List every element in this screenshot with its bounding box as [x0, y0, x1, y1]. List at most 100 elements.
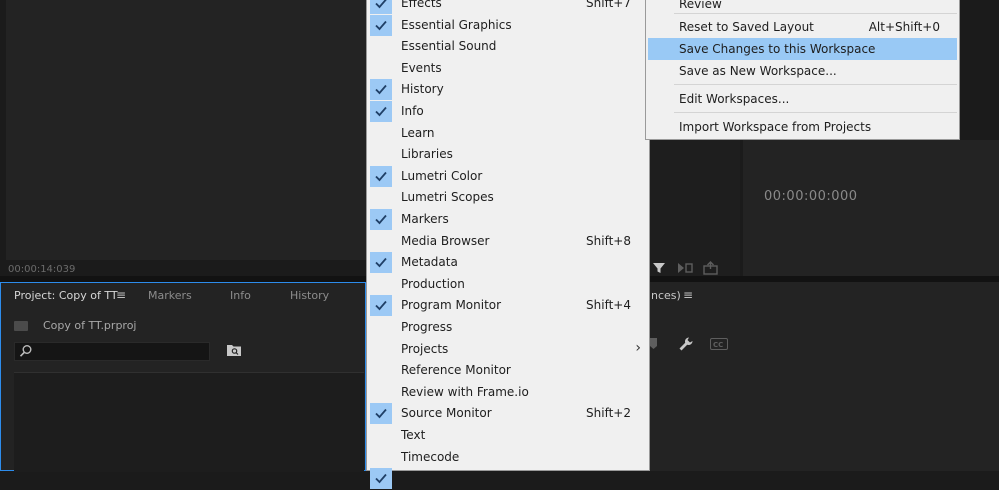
menu-item-label: Import Workspace from Projects	[679, 120, 872, 134]
program-monitor-panel	[743, 140, 999, 276]
menu-item-label: Reset to Saved Layout	[679, 20, 814, 34]
menu-item-shortcut: Shift+7	[586, 0, 631, 10]
menu-item-libraries[interactable]: Libraries	[367, 144, 649, 166]
project-file-name: Copy of TT.prproj	[43, 319, 137, 332]
search-icon	[19, 344, 33, 358]
menu-item-reference-monitor[interactable]: Reference Monitor	[367, 360, 649, 382]
menu-item-projects[interactable]: Projects ›	[367, 339, 649, 361]
submenu-arrow-icon: ›	[635, 339, 641, 356]
tab-history[interactable]: History	[290, 289, 329, 302]
checkmark-icon	[370, 14, 392, 36]
menu-item-save-changes-to-workspace[interactable]: Save Changes to this Workspace	[648, 38, 957, 60]
menu-item-label: Metadata	[401, 255, 458, 270]
menu-item-progress[interactable]: Progress	[367, 317, 649, 339]
menu-item-production[interactable]: Production	[367, 274, 649, 296]
export-frame-icon[interactable]	[703, 261, 719, 278]
tab-timeline[interactable]: nces)	[651, 289, 681, 302]
checkmark-icon	[370, 403, 392, 425]
menu-item-label: Edit Workspaces...	[679, 92, 790, 106]
timeline-panel	[650, 282, 999, 471]
menu-item-shortcut: Shift+4	[586, 298, 631, 313]
menu-item-history[interactable]: History	[367, 79, 649, 101]
closed-captions-icon[interactable]: CC	[710, 338, 728, 353]
menu-item-unlabeled[interactable]	[367, 468, 649, 490]
insert-icon[interactable]	[677, 262, 693, 277]
menu-item-effects[interactable]: Effects Shift+7	[367, 0, 649, 15]
menu-item-label: Program Monitor	[401, 298, 502, 313]
menu-item-label: Reference Monitor	[401, 363, 511, 378]
menu-item-timecode[interactable]: Timecode	[367, 447, 649, 469]
menu-item-events[interactable]: Events	[367, 58, 649, 80]
menu-item-shortcut: Shift+8	[586, 233, 631, 248]
checkmark-icon	[370, 468, 392, 490]
workspaces-submenu: Review Reset to Saved Layout Alt+Shift+0…	[645, 0, 960, 140]
checkmark-icon	[370, 0, 392, 14]
menu-item-learn[interactable]: Learn	[367, 123, 649, 145]
project-items-list[interactable]	[14, 372, 364, 472]
menu-item-label: Source Monitor	[401, 406, 492, 421]
menu-item-lumetri-color[interactable]: Lumetri Color	[367, 165, 649, 188]
menu-item-import-workspace-from-projects[interactable]: Import Workspace from Projects	[648, 116, 957, 138]
menu-item-save-as-new-workspace[interactable]: Save as New Workspace...	[648, 60, 957, 82]
program-timecode[interactable]: 00:00:00:000	[764, 189, 858, 204]
menu-item-label: Media Browser	[401, 233, 490, 248]
menu-item-edit-workspaces[interactable]: Edit Workspaces...	[648, 88, 957, 110]
checkmark-icon	[370, 79, 392, 101]
menu-item-label: Production	[401, 276, 465, 291]
menu-item-label: Essential Sound	[401, 39, 497, 54]
menu-item-review-with-frame-io[interactable]: Review with Frame.io	[367, 382, 649, 404]
menu-item-label: Effects	[401, 0, 442, 10]
timeline-menu-icon[interactable]: ≡	[683, 288, 693, 302]
wrench-icon[interactable]	[678, 336, 694, 355]
menu-item-label: Libraries	[401, 147, 453, 162]
menu-item-label: Timecode	[401, 449, 460, 464]
panel-menu-icon[interactable]: ≡	[116, 288, 126, 302]
checkmark-icon	[370, 209, 392, 230]
menu-item-lumetri-scopes[interactable]: Lumetri Scopes	[367, 187, 649, 209]
menu-separator	[674, 112, 957, 113]
marker-icon[interactable]	[650, 337, 658, 354]
menu-item-label: Lumetri Color	[401, 168, 483, 183]
menu-item-reset-to-saved-layout[interactable]: Reset to Saved Layout Alt+Shift+0	[648, 16, 957, 38]
window-menu: Effects Shift+7 Essential Graphics Essentia…	[366, 0, 650, 490]
menu-item-label: Text	[401, 428, 426, 442]
menu-item-essential-sound[interactable]: Essential Sound	[367, 36, 649, 58]
checkmark-icon	[370, 252, 392, 274]
menu-separator	[674, 13, 957, 14]
menu-item-info[interactable]: Info	[367, 101, 649, 123]
menu-item-media-browser[interactable]: Media Browser Shift+8	[367, 231, 649, 253]
checkmark-icon	[370, 101, 392, 122]
menu-item-label: Progress	[401, 320, 453, 334]
menu-item-label: Markers	[401, 212, 449, 226]
menu-item-label: Learn	[401, 125, 435, 140]
menu-item-essential-graphics[interactable]: Essential Graphics	[367, 14, 649, 37]
menu-item-label: Save as New Workspace...	[679, 64, 837, 78]
menu-item-text[interactable]: Text	[367, 425, 649, 447]
menu-item-label: Info	[401, 104, 424, 118]
checkmark-icon	[370, 165, 392, 187]
menu-item-source-monitor[interactable]: Source Monitor Shift+2	[367, 403, 649, 425]
menu-item-label: Review with Frame.io	[401, 384, 529, 399]
menu-separator	[674, 84, 957, 85]
search-input[interactable]	[14, 342, 210, 361]
svg-text:CC: CC	[713, 341, 723, 349]
menu-item-label: Projects	[401, 341, 449, 356]
menu-item-shortcut: Alt+Shift+0	[868, 20, 940, 34]
tab-markers[interactable]: Markers	[148, 289, 192, 302]
project-file-icon	[14, 321, 28, 331]
menu-item-metadata[interactable]: Metadata	[367, 252, 649, 274]
menu-item-program-monitor[interactable]: Program Monitor Shift+4	[367, 295, 649, 317]
source-monitor-panel	[6, 0, 366, 260]
menu-item-label: Essential Graphics	[401, 17, 512, 32]
tab-project[interactable]: Project: Copy of TT	[14, 289, 118, 302]
menu-item-label: Lumetri Scopes	[401, 190, 494, 205]
tab-info[interactable]: Info	[230, 289, 251, 302]
checkmark-icon	[370, 295, 392, 317]
new-search-bin-icon[interactable]	[226, 343, 242, 357]
menu-item-markers[interactable]: Markers	[367, 209, 649, 231]
filter-icon[interactable]	[652, 261, 666, 278]
menu-item-label: Save Changes to this Workspace	[679, 42, 876, 56]
menu-item-label: Events	[401, 60, 442, 75]
source-timecode[interactable]: 00:00:14:039	[8, 264, 75, 275]
menu-item-shortcut: Shift+2	[586, 406, 631, 421]
